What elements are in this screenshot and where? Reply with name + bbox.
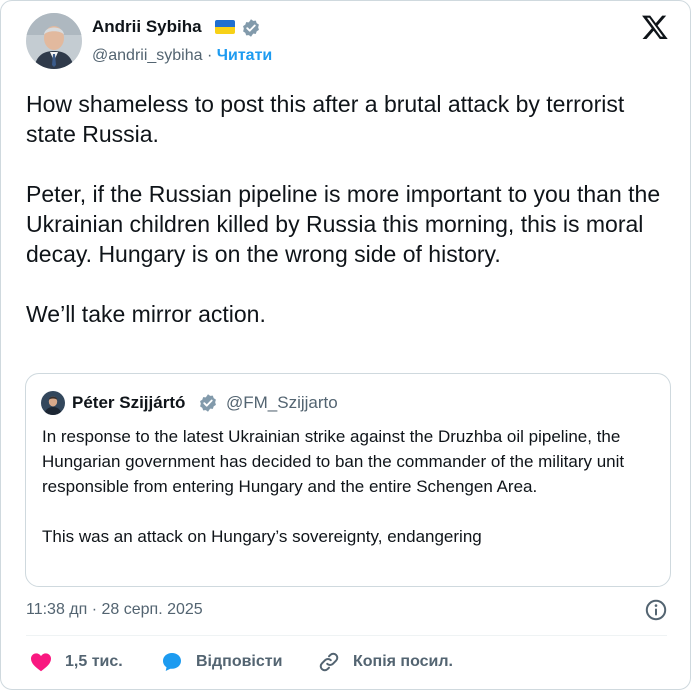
info-icon[interactable] — [644, 598, 668, 622]
author-avatar[interactable] — [26, 13, 82, 69]
quote-author-avatar — [41, 391, 65, 415]
author-handle[interactable]: @andrii_sybiha — [92, 47, 203, 64]
quote-author-name: Péter Szijjártó — [72, 393, 186, 412]
tweet-paragraph: We’ll take mirror action. — [26, 301, 266, 327]
reply-label: Відповісти — [196, 653, 283, 670]
ukraine-flag-icon — [215, 20, 235, 34]
quote-text: In response to the latest Ukrainian stri… — [42, 424, 657, 549]
tweet-timestamp[interactable]: 11:38 дп · 28 серп. 2025 — [26, 599, 203, 621]
verified-badge-icon — [198, 393, 218, 413]
quote-paragraph: This was an attack on Hungary’s sovereig… — [42, 527, 482, 546]
tweet-paragraph: How shameless to post this after a bruta… — [26, 91, 625, 147]
author-handle-line: @andrii_sybiha · Читати — [92, 45, 272, 67]
x-logo-icon[interactable] — [641, 13, 669, 41]
divider — [26, 635, 667, 636]
copy-link-label: Копія посил. — [353, 653, 453, 670]
verified-badge-icon — [241, 18, 261, 38]
tweet-card: Andrii Sybiha @andrii_sybiha · Читати Ho… — [0, 0, 691, 690]
quote-paragraph: In response to the latest Ukrainian stri… — [42, 427, 625, 496]
follow-link[interactable]: Читати — [217, 47, 272, 64]
copy-link-button[interactable]: Копія посил. — [317, 649, 453, 675]
reply-bubble-icon — [160, 650, 184, 674]
quote-author-handle: @FM_Szijjarto — [226, 393, 338, 412]
handle-separator: · — [202, 47, 217, 64]
tweet-paragraph: Peter, if the Russian pipeline is more i… — [26, 181, 661, 267]
heart-icon — [29, 650, 53, 674]
quoted-tweet[interactable]: Péter Szijjártó @FM_Szijjarto In respons… — [25, 373, 671, 587]
tweet-text: How shameless to post this after a bruta… — [26, 89, 666, 329]
author-name[interactable]: Andrii Sybiha — [92, 15, 202, 39]
link-icon — [317, 650, 341, 674]
reply-button[interactable]: Відповісти — [160, 649, 282, 675]
like-button[interactable]: 1,5 тис. — [29, 649, 123, 675]
like-count: 1,5 тис. — [65, 653, 123, 670]
